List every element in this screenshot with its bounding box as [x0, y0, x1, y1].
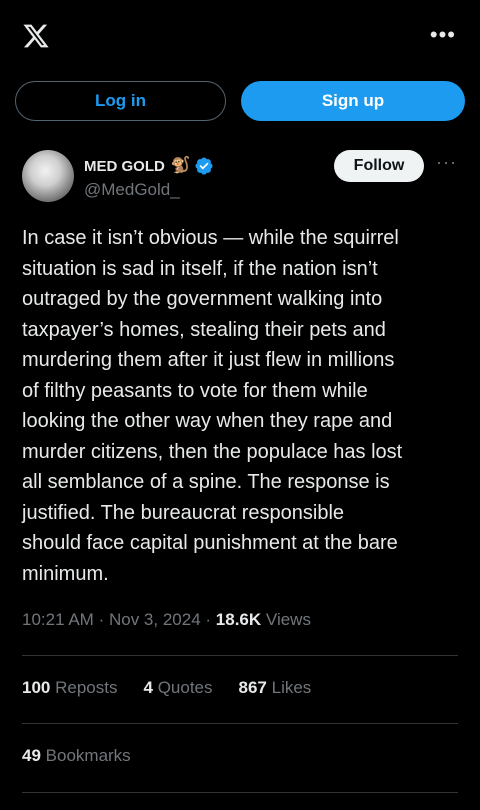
meta-separator: ·: [98, 610, 105, 629]
login-button[interactable]: Log in: [15, 81, 226, 121]
follow-button[interactable]: Follow: [334, 150, 424, 182]
more-options-icon[interactable]: •••: [430, 24, 456, 46]
tweet-date[interactable]: Nov 3, 2024: [109, 610, 201, 629]
reposts-stat[interactable]: 100 Reposts: [22, 678, 117, 698]
tweet-more-icon[interactable]: ···: [436, 152, 457, 173]
avatar[interactable]: [22, 150, 74, 202]
author-name-row: MED GOLD 🐒: [84, 155, 214, 177]
author-display-name[interactable]: MED GOLD: [84, 158, 165, 175]
author-handle[interactable]: @MedGold_: [84, 180, 180, 200]
monkey-emoji: 🐒: [170, 157, 191, 174]
meta-separator: ·: [205, 610, 212, 629]
x-logo-icon[interactable]: [21, 22, 51, 50]
divider: [22, 655, 458, 656]
likes-stat[interactable]: 867 Likes: [239, 678, 312, 698]
engagement-stats: 100 Reposts 4 Quotes 867 Likes: [22, 678, 337, 698]
tweet-time[interactable]: 10:21 AM: [22, 610, 94, 629]
signup-button[interactable]: Sign up: [241, 81, 465, 121]
bookmarks-stat[interactable]: 49 Bookmarks: [22, 746, 131, 766]
verified-badge-icon[interactable]: [194, 156, 214, 176]
top-bar: •••: [0, 0, 480, 72]
views-label: Views: [265, 610, 311, 629]
tweet-text: In case it isn’t obvious — while the squ…: [22, 227, 403, 585]
divider: [22, 792, 458, 793]
quotes-stat[interactable]: 4 Quotes: [143, 678, 212, 698]
divider: [22, 723, 458, 724]
views-count: 18.6K: [215, 610, 262, 629]
tweet-meta: 10:21 AM · Nov 3, 2024 · 18.6K Views: [22, 610, 311, 630]
